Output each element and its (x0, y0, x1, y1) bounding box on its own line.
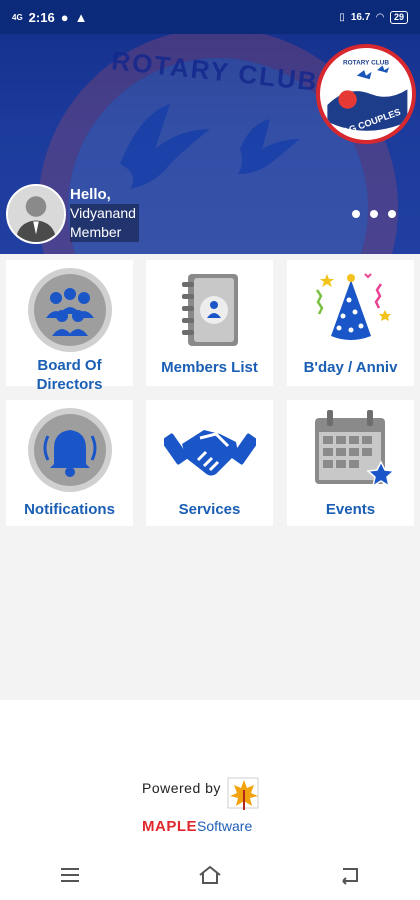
avatar[interactable] (6, 184, 66, 244)
menu-birthday-anniversary[interactable]: B'day / Anniv (287, 260, 414, 386)
party-hat-icon (315, 273, 391, 340)
status-bar: 4G 2:16 ● ▲ ▯ 16.7 ◠ 29 (0, 0, 420, 34)
menu-label: Events (325, 501, 376, 518)
status-time: 2:16 (28, 9, 55, 25)
menu-label: Notifications (24, 501, 115, 518)
menu-members-list[interactable]: Members List (146, 260, 273, 386)
calendar-icon (314, 410, 396, 488)
chat-icon: ● (60, 9, 69, 25)
wifi-icon: ◠ (376, 11, 384, 23)
greeting-text: Hello, (70, 186, 111, 203)
menu-events[interactable]: Events (287, 400, 414, 526)
battery-level: 29 (393, 11, 404, 22)
user-role: Member (70, 223, 139, 242)
bell-icon (27, 408, 112, 492)
user-profile[interactable]: Hello, Vidyanand Member (6, 184, 139, 244)
menu-notifications[interactable]: Notifications (6, 400, 133, 526)
maple-software-logo: MAPLESoftware (142, 818, 252, 835)
maple-leaf-icon (227, 777, 259, 810)
address-book-icon (181, 274, 238, 346)
header-banner: ROTARY CLUB ROTARY CLUB VIZAG COUPLES He… (0, 34, 420, 254)
more-dot-icon (388, 210, 396, 218)
board-icon (27, 268, 112, 352)
menu-icon[interactable] (57, 864, 83, 886)
menu-services[interactable]: Services (146, 400, 273, 526)
home-icon[interactable] (197, 864, 223, 886)
user-name: Vidyanand (70, 204, 139, 223)
menu-label: Board Of Directors (36, 357, 103, 393)
powered-by-footer: Powered by MAPLESoftware (0, 772, 420, 842)
menu-grid: Board Of Directors Members List B'day / … (0, 254, 420, 700)
handshake-icon (163, 430, 256, 476)
menu-board-of-directors[interactable]: Board Of Directors (6, 260, 133, 393)
vibrate-icon: ▯ (339, 11, 345, 23)
battery-icon: 29 (389, 10, 408, 24)
club-logo: ROTARY CLUB VIZAG COUPLES (316, 44, 416, 144)
warning-icon: ▲ (74, 9, 88, 25)
more-options-button[interactable] (352, 204, 396, 224)
menu-label: Services (178, 501, 241, 518)
menu-label: B'day / Anniv (303, 359, 398, 376)
powered-by-text: Powered by (142, 780, 221, 796)
network-label: 4G (12, 12, 23, 22)
more-dot-icon (370, 210, 378, 218)
menu-label: Members List (161, 359, 258, 376)
more-dot-icon (352, 210, 360, 218)
person-icon (8, 186, 64, 242)
back-icon[interactable] (337, 864, 363, 886)
logo-top-text: ROTARY CLUB (343, 60, 389, 67)
system-nav-bar (0, 850, 420, 900)
brand-sub: Software (197, 818, 253, 834)
speed-label: 16.7 (350, 11, 371, 23)
brand-main: MAPLE (142, 818, 197, 835)
